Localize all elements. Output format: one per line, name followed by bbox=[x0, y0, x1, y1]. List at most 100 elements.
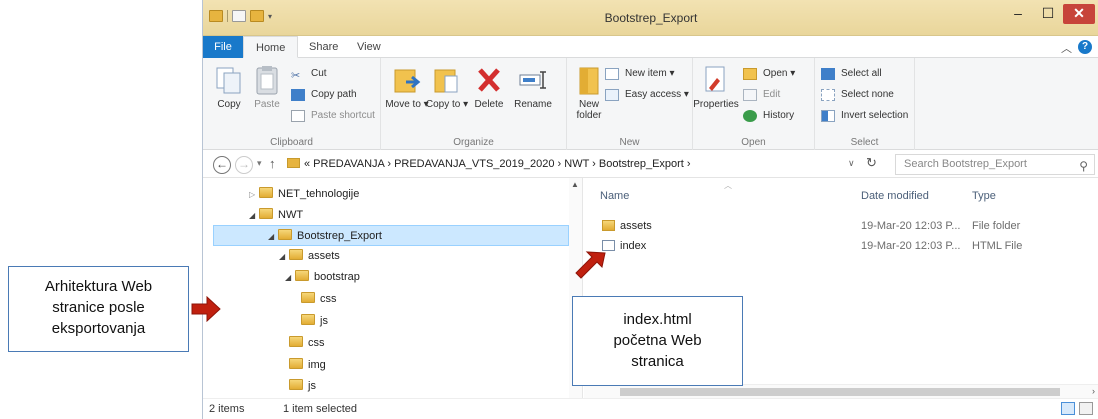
tree-item-nwt[interactable]: ◢ NWT bbox=[249, 205, 303, 226]
column-header-type[interactable]: Type bbox=[972, 190, 996, 202]
select-all-button[interactable]: Select all bbox=[821, 66, 882, 82]
forward-arrow-icon[interactable]: → bbox=[235, 156, 253, 174]
scissors-icon: ✂ bbox=[291, 70, 301, 82]
new-item-label: New item ▾ bbox=[625, 68, 675, 79]
tree-item-label: bootstrap bbox=[314, 271, 360, 283]
open-button[interactable]: Open ▾ bbox=[743, 66, 795, 82]
tree-item-label: img bbox=[308, 359, 326, 371]
tab-view[interactable]: View bbox=[345, 36, 393, 58]
organize-group: Move to ▾ Copy to ▾ Delete Rename Organi… bbox=[381, 58, 567, 150]
edit-button[interactable]: Edit bbox=[743, 87, 780, 103]
callout-line: index.html bbox=[623, 311, 692, 328]
folder-icon bbox=[301, 314, 315, 325]
tab-home[interactable]: Home bbox=[243, 36, 299, 58]
minimize-button[interactable]: – bbox=[1003, 4, 1033, 24]
callout-line: Arhitektura Web bbox=[44, 278, 153, 295]
file-type: HTML File bbox=[972, 240, 1023, 252]
file-row-index[interactable]: index 19-Mar-20 12:03 P... HTML File bbox=[592, 236, 1088, 256]
copy-path-label: Copy path bbox=[311, 89, 357, 100]
large-icons-view-icon[interactable] bbox=[1079, 402, 1093, 415]
paste-shortcut-label: Paste shortcut bbox=[311, 110, 375, 121]
select-all-icon bbox=[821, 68, 835, 80]
copy-to-button[interactable]: Copy to ▾ bbox=[425, 64, 469, 110]
address-history-chevron-icon[interactable]: ∨ bbox=[848, 158, 855, 169]
collapse-arrow-icon[interactable]: ◢ bbox=[285, 267, 295, 288]
diagonal-arrow-icon bbox=[575, 251, 606, 279]
paste-shortcut-button[interactable]: Paste shortcut bbox=[291, 108, 375, 124]
cut-label: Cut bbox=[311, 68, 327, 79]
collapse-arrow-icon[interactable]: ◢ bbox=[249, 205, 259, 226]
collapse-arrow-icon[interactable]: ◢ bbox=[268, 226, 278, 247]
search-placeholder: Search Bootstrep_Export bbox=[904, 158, 1027, 170]
status-bar: 2 items 1 item selected bbox=[203, 398, 1098, 419]
tree-item-js[interactable]: js bbox=[289, 376, 316, 397]
callout-line: eksportovanja bbox=[51, 320, 146, 337]
back-arrow-icon[interactable]: ← bbox=[213, 156, 231, 174]
history-label: History bbox=[763, 110, 795, 121]
help-icon[interactable]: ? bbox=[1078, 40, 1092, 54]
history-icon bbox=[743, 110, 757, 122]
easy-access-button[interactable]: Easy access ▾ bbox=[605, 87, 689, 103]
tab-file[interactable]: File bbox=[203, 36, 243, 58]
search-input[interactable]: Search Bootstrep_Export ⚲ bbox=[895, 154, 1095, 175]
scrollbar-thumb[interactable] bbox=[620, 388, 1060, 396]
select-group: Select all Select none Invert selection … bbox=[815, 58, 915, 150]
details-view-icon[interactable] bbox=[1061, 402, 1075, 415]
open-icon bbox=[743, 68, 757, 80]
folder-icon bbox=[289, 336, 303, 347]
expand-arrow-icon[interactable]: ▷ bbox=[249, 184, 259, 205]
breadcrumb[interactable]: « PREDAVANJA › PREDAVANJA_VTS_2019_2020 … bbox=[287, 154, 877, 175]
cut-button[interactable]: ✂ Cut bbox=[291, 66, 327, 82]
new-item-button[interactable]: New item ▾ bbox=[605, 66, 674, 82]
refresh-icon[interactable]: ↻ bbox=[866, 155, 877, 171]
recent-locations-chevron-icon[interactable]: ▾ bbox=[257, 158, 262, 169]
invert-selection-button[interactable]: Invert selection bbox=[821, 108, 908, 124]
folder-icon bbox=[287, 158, 300, 168]
file-row-assets[interactable]: assets 19-Mar-20 12:03 P... File folder bbox=[592, 216, 1088, 236]
open-group: Properties Open ▾ Edit History Open bbox=[693, 58, 815, 150]
tab-share[interactable]: Share bbox=[297, 36, 350, 58]
paste-button[interactable]: Paste bbox=[245, 64, 289, 110]
select-none-button[interactable]: Select none bbox=[821, 87, 894, 103]
delete-button[interactable]: Delete bbox=[467, 64, 511, 110]
tree-item-bootstrap[interactable]: ◢ bootstrap bbox=[285, 267, 360, 288]
move-to-button[interactable]: Move to ▾ bbox=[385, 64, 429, 110]
tree-item-css[interactable]: css bbox=[289, 333, 325, 354]
index-html-callout: index.html početna Web stranica bbox=[572, 296, 743, 386]
right-arrow-icon bbox=[191, 296, 221, 322]
tree-item-bootstrep-export[interactable]: ◢ Bootstrep_Export bbox=[213, 225, 569, 246]
folder-icon bbox=[289, 358, 303, 369]
open-group-label: Open bbox=[741, 137, 766, 148]
open-label: Open ▾ bbox=[763, 68, 796, 79]
new-group: New folder New item ▾ Easy access ▾ New bbox=[567, 58, 693, 150]
tree-item-css[interactable]: css bbox=[301, 289, 337, 310]
invert-selection-icon bbox=[821, 110, 835, 122]
up-arrow-icon[interactable]: ↑ bbox=[269, 156, 276, 171]
history-button[interactable]: History bbox=[743, 108, 794, 124]
paste-label: Paste bbox=[254, 99, 280, 110]
tree-item-assets[interactable]: ◢ assets bbox=[279, 246, 340, 267]
horizontal-scrollbar[interactable]: › bbox=[584, 384, 1098, 398]
scroll-up-arrow-icon[interactable]: ▲ bbox=[571, 180, 579, 189]
tree-item-net-tehnologije[interactable]: ▷ NET_tehnologije bbox=[249, 184, 359, 205]
tree-item-img[interactable]: img bbox=[289, 355, 326, 376]
maximize-button[interactable]: ☐ bbox=[1033, 4, 1063, 24]
scroll-right-arrow-icon[interactable]: › bbox=[1092, 386, 1095, 396]
column-header-name[interactable]: Name bbox=[600, 190, 629, 202]
close-button[interactable]: ✕ bbox=[1063, 4, 1095, 24]
copy-to-label: Copy to ▾ bbox=[425, 99, 469, 110]
clipboard-group-label: Clipboard bbox=[270, 137, 313, 148]
copy-path-button[interactable]: Copy path bbox=[291, 87, 357, 103]
tree-item-label: js bbox=[308, 380, 316, 392]
tree-item-js[interactable]: js bbox=[301, 311, 328, 332]
delete-icon bbox=[478, 68, 500, 92]
folder-icon bbox=[278, 229, 292, 240]
sort-ascending-icon: ︿ bbox=[724, 181, 732, 190]
new-folder-label: New folder bbox=[576, 99, 602, 121]
properties-button[interactable]: Properties bbox=[693, 64, 739, 110]
column-header-date-modified[interactable]: Date modified bbox=[861, 190, 929, 202]
selection-count: 1 item selected bbox=[283, 403, 357, 415]
collapse-ribbon-icon[interactable]: ︿ bbox=[1061, 40, 1072, 56]
collapse-arrow-icon[interactable]: ◢ bbox=[279, 246, 289, 267]
rename-button[interactable]: Rename bbox=[511, 64, 555, 110]
